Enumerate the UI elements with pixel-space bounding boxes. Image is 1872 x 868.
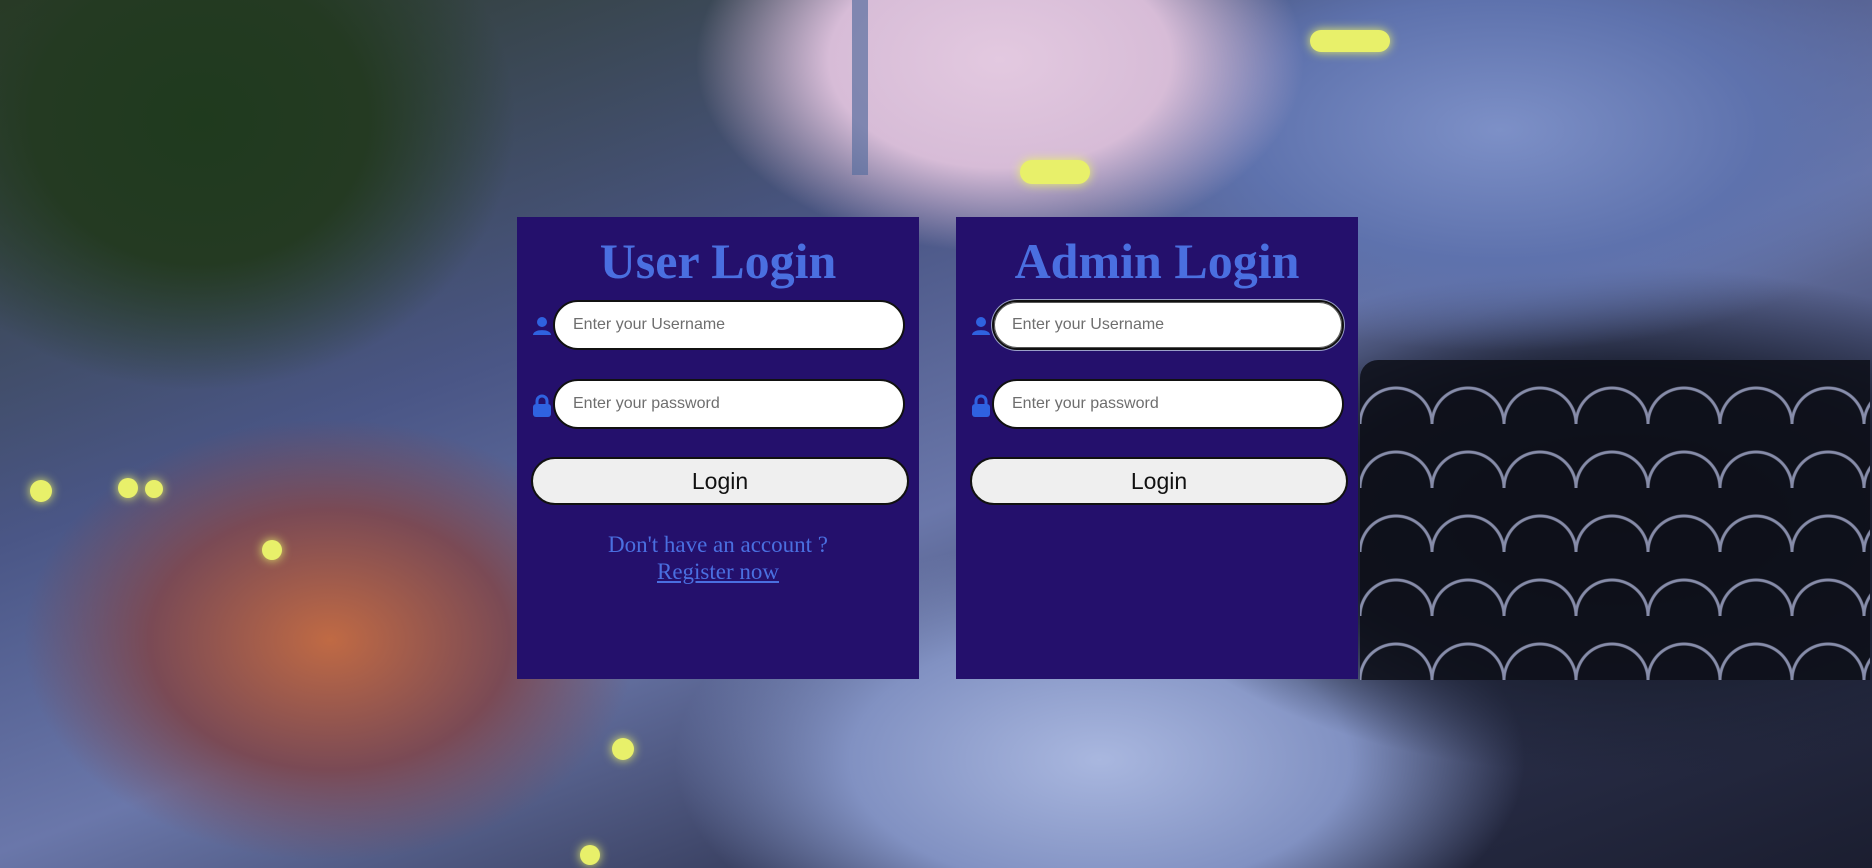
background-pole [852, 0, 868, 175]
user-login-button[interactable]: Login [531, 457, 909, 505]
admin-password-row [970, 379, 1346, 433]
user-login-title: User Login [599, 233, 837, 289]
background-light [118, 478, 138, 498]
background-light [145, 480, 163, 498]
background-light [1020, 160, 1090, 184]
register-prompt: Don't have an account ? [608, 532, 828, 557]
user-login-panel: User Login Login Don't have an account ?… [517, 217, 919, 679]
user-username-row [531, 300, 907, 354]
admin-username-input[interactable] [992, 300, 1344, 350]
background-light [262, 540, 282, 560]
user-password-row [531, 379, 907, 433]
lock-icon [970, 393, 992, 419]
user-password-input[interactable] [553, 379, 905, 429]
background-image [0, 0, 1872, 868]
admin-login-title: Admin Login [1014, 233, 1300, 289]
background-car-grille [1360, 360, 1870, 680]
background-light [30, 480, 52, 502]
user-icon [531, 314, 553, 340]
admin-login-button[interactable]: Login [970, 457, 1348, 505]
background-light [612, 738, 634, 760]
user-username-input[interactable] [553, 300, 905, 350]
register-section: Don't have an account ? Register now [517, 531, 919, 585]
admin-username-row [970, 300, 1346, 354]
admin-password-input[interactable] [992, 379, 1344, 429]
background-light [580, 845, 600, 865]
lock-icon [531, 393, 553, 419]
user-icon [970, 314, 992, 340]
background-light [1310, 30, 1390, 52]
admin-login-panel: Admin Login Login [956, 217, 1358, 679]
register-now-link[interactable]: Register now [657, 559, 779, 584]
